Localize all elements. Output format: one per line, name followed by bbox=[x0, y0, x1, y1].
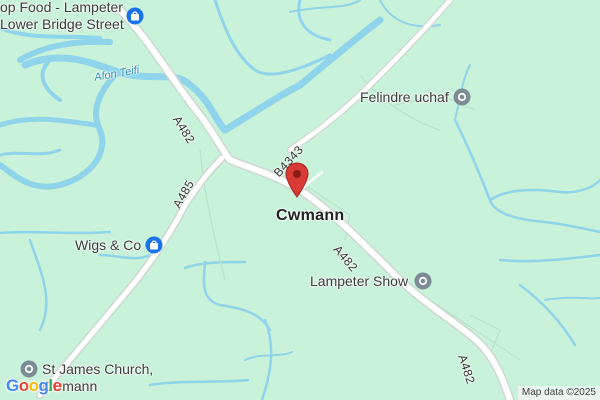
place-label-cwmann: Cwmann bbox=[276, 207, 345, 224]
stream-right-6 bbox=[544, 296, 600, 301]
poi-label-lampeter-show[interactable]: Lampeter Show bbox=[310, 273, 408, 289]
road-layer bbox=[37, 0, 513, 400]
road-a485-line bbox=[37, 155, 225, 398]
location-pin-icon[interactable] bbox=[285, 162, 309, 198]
stream-bottom-left bbox=[148, 378, 250, 387]
river-teifi-loop bbox=[0, 69, 121, 190]
shopping-bag-icon[interactable] bbox=[126, 7, 144, 25]
poi-label-coop-line2: Lower Bridge Street bbox=[0, 16, 124, 32]
map-attribution[interactable]: Map data ©2025 bbox=[517, 386, 600, 400]
stream-mid-1 bbox=[183, 260, 247, 270]
stream-mid-2 bbox=[202, 260, 272, 332]
river-nw-bend bbox=[40, 58, 62, 102]
stream-right-3 bbox=[498, 253, 600, 263]
stream-left-1 bbox=[0, 230, 112, 235]
stream-left-2 bbox=[28, 238, 48, 332]
river-north-east bbox=[213, 0, 332, 76]
river-ne-top bbox=[297, 0, 332, 42]
map-canvas[interactable]: A482 A485 B4343 A482 A482 Afon Teifi op … bbox=[0, 0, 600, 400]
place-dot-icon[interactable] bbox=[414, 272, 432, 290]
poi-label-felindre[interactable]: Felindre uchaf bbox=[360, 89, 449, 105]
river-west-arm bbox=[0, 116, 98, 128]
road-casing-layer bbox=[36, 0, 515, 400]
poi-label-coop[interactable]: op Food - Lampeter Lower Bridge Street bbox=[0, 0, 124, 33]
stream-right-4 bbox=[518, 283, 577, 347]
stream-left-3 bbox=[98, 253, 152, 260]
poi-label-wigs[interactable]: Wigs & Co bbox=[75, 237, 141, 253]
poi-label-coop-line1: op Food - Lampeter bbox=[0, 0, 123, 15]
place-dot-icon[interactable] bbox=[453, 88, 471, 106]
google-logo[interactable]: Google bbox=[6, 376, 62, 396]
shopping-bag-icon[interactable] bbox=[145, 236, 163, 254]
stream-mid-3 bbox=[260, 318, 273, 400]
river-left-stub bbox=[0, 148, 62, 157]
stream-mid-4 bbox=[244, 351, 293, 361]
map-base-layer bbox=[0, 0, 600, 400]
stream-right-2 bbox=[488, 178, 600, 202]
stream-right-1 bbox=[453, 118, 600, 234]
